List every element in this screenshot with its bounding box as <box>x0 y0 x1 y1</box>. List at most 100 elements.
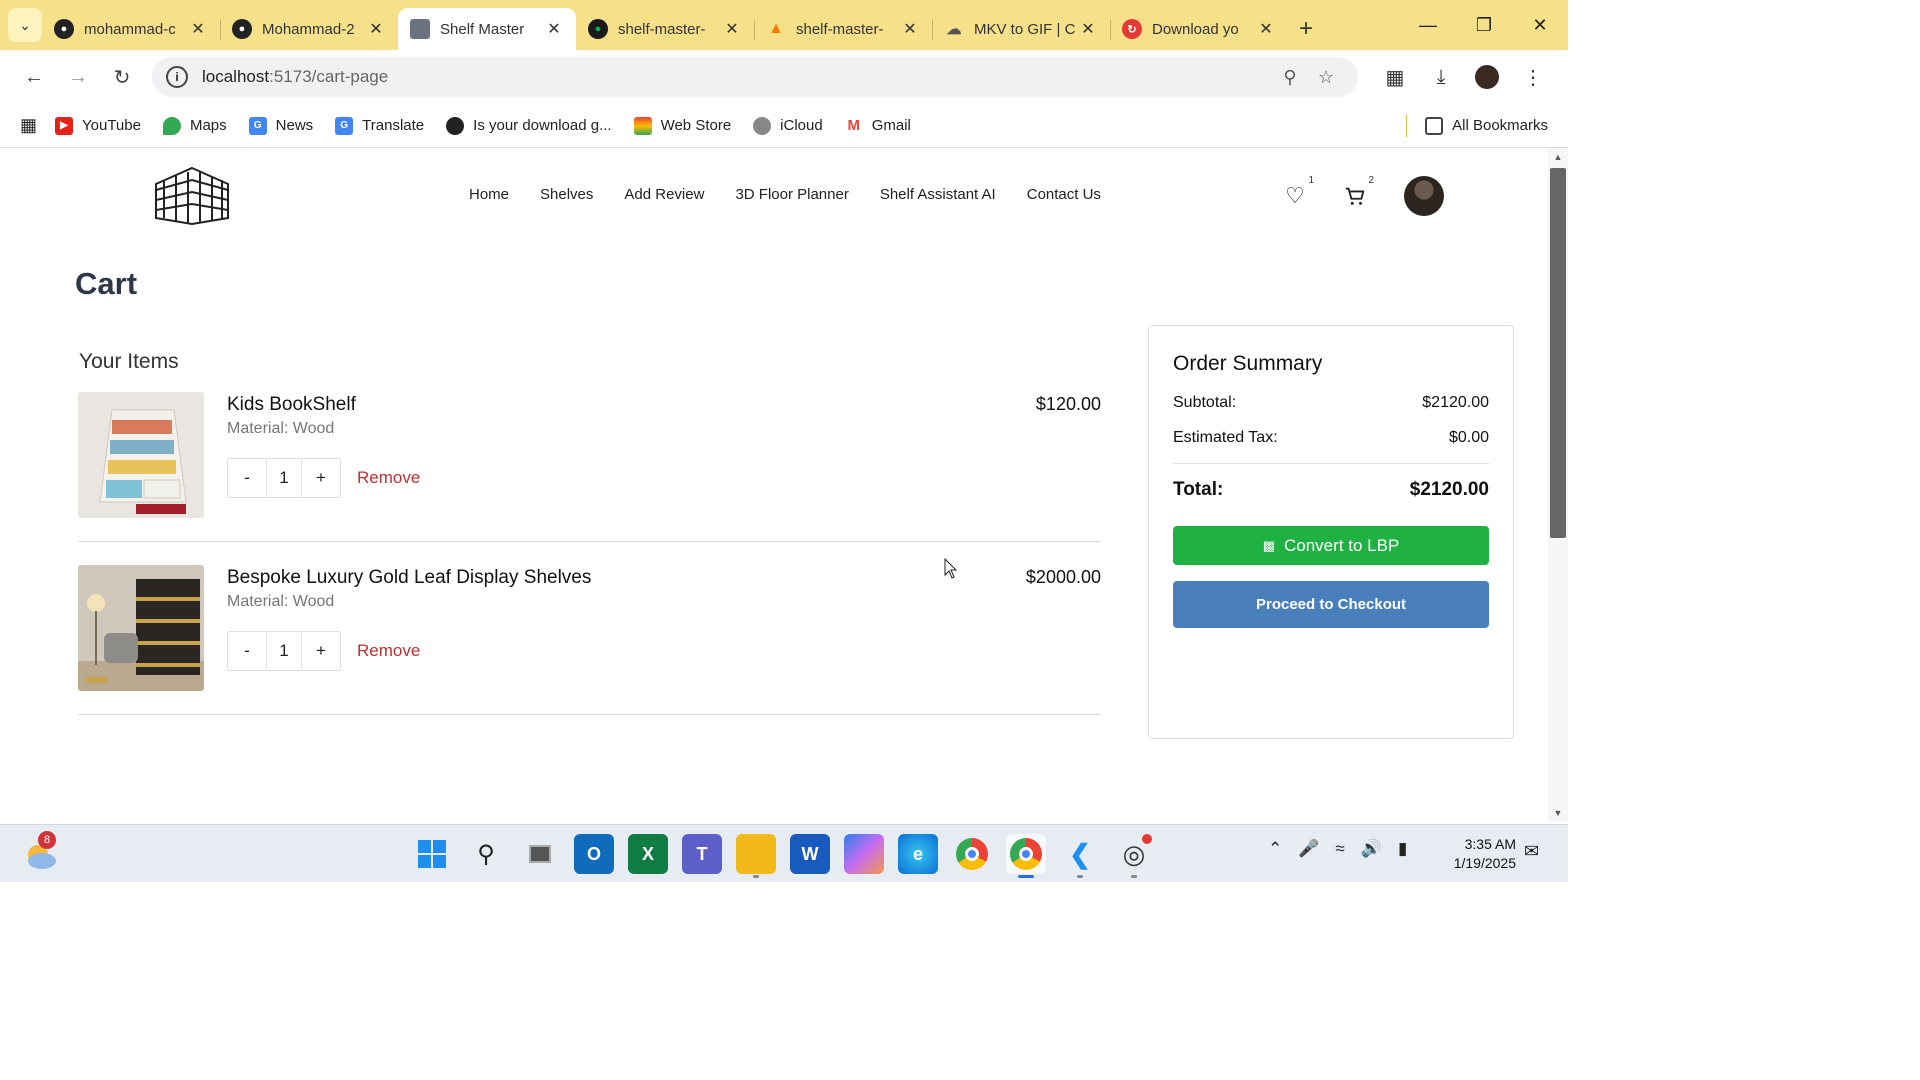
close-icon[interactable]: ✕ <box>188 19 208 39</box>
word-icon[interactable]: W <box>790 834 830 874</box>
close-icon[interactable]: ✕ <box>900 19 920 39</box>
file-explorer-icon[interactable] <box>736 834 776 878</box>
bookmark-translate[interactable]: G Translate <box>335 116 424 135</box>
tab-download[interactable]: ↻ Download yo ✕ <box>1110 8 1288 50</box>
bookmark-gmail[interactable]: M Gmail <box>844 116 911 135</box>
edge-icon[interactable]: e <box>898 834 938 874</box>
extensions-icon[interactable]: ▦ <box>1372 59 1418 95</box>
product-image[interactable] <box>78 392 204 518</box>
shelf-master-logo[interactable] <box>150 166 234 226</box>
restore-icon[interactable]: ❐ <box>1456 0 1512 50</box>
search-icon[interactable]: ⚲ <box>466 834 506 874</box>
minimize-icon[interactable]: — <box>1400 0 1456 50</box>
page-scrollbar[interactable]: ▲ ▼ <box>1548 148 1568 822</box>
folder-icon <box>1425 116 1444 135</box>
tab-label: shelf-master- <box>618 20 706 38</box>
subtotal-value: $2120.00 <box>1422 394 1489 411</box>
cart-button[interactable]: 2 <box>1340 175 1374 211</box>
notification-icon[interactable]: ✉ <box>1524 841 1539 862</box>
bookmark-news[interactable]: G News <box>248 116 313 135</box>
profile-button[interactable] <box>1464 59 1510 95</box>
gmail-icon: M <box>844 116 863 135</box>
nav-shelf-assistant-ai[interactable]: Shelf Assistant AI <box>880 186 996 203</box>
wishlist-button[interactable]: ♡ 1 <box>1280 175 1314 211</box>
nav-add-review[interactable]: Add Review <box>624 186 704 203</box>
apps-grid-icon[interactable]: ▦ <box>20 115 37 136</box>
scroll-down-icon[interactable]: ▼ <box>1548 808 1568 818</box>
download-icon[interactable]: ⤓ <box>1418 59 1464 95</box>
decrease-button[interactable]: - <box>228 632 266 670</box>
forward-button[interactable]: → <box>56 59 100 95</box>
youtube-icon: ▶ <box>55 116 74 135</box>
decrease-button[interactable]: - <box>228 459 266 497</box>
all-bookmarks[interactable]: All Bookmarks <box>1425 116 1548 135</box>
tab-mongodb[interactable]: ● shelf-master- ✕ <box>576 8 754 50</box>
news-icon: G <box>248 116 267 135</box>
vscode-icon[interactable]: ❮ <box>1060 834 1100 878</box>
excel-icon[interactable]: X <box>628 834 668 874</box>
tab-label: Shelf Master <box>440 20 525 38</box>
close-icon[interactable]: ✕ <box>544 19 564 39</box>
chrome-icon[interactable] <box>952 834 992 874</box>
tab-shelf-master[interactable]: Shelf Master ✕ <box>398 8 576 50</box>
microphone-icon[interactable]: 🎤 <box>1298 839 1319 859</box>
tab-label: shelf-master- <box>796 20 884 38</box>
new-tab-button[interactable]: + <box>1288 8 1324 50</box>
bookmark-download-guide[interactable]: Is your download g... <box>446 116 612 135</box>
tab-github-1[interactable]: ● mohammad-c ✕ <box>42 8 220 50</box>
menu-icon[interactable]: ⋮ <box>1510 59 1556 95</box>
task-view-icon[interactable] <box>520 834 560 874</box>
start-button[interactable] <box>412 834 452 874</box>
bookmark-maps[interactable]: Maps <box>162 116 227 135</box>
close-icon[interactable]: ✕ <box>722 19 742 39</box>
chrome-profile-icon[interactable] <box>1006 834 1046 878</box>
convert-to-lbp-button[interactable]: ▩ Convert to LBP <box>1173 526 1489 565</box>
zoom-icon[interactable]: ⚲ <box>1272 67 1308 88</box>
product-name[interactable]: Bespoke Luxury Gold Leaf Display Shelves <box>227 567 591 589</box>
site-info-icon[interactable]: i <box>166 66 188 88</box>
page-icon <box>410 19 430 39</box>
address-bar[interactable]: i localhost:5173/cart-page ⚲ ☆ <box>152 57 1358 97</box>
product-image[interactable] <box>78 565 204 691</box>
bookmark-icloud[interactable]: iCloud <box>753 116 823 135</box>
tab-github-2[interactable]: ● Mohammad-2 ✕ <box>220 8 398 50</box>
nav-home[interactable]: Home <box>469 186 509 203</box>
nav-3d-floor-planner[interactable]: 3D Floor Planner <box>735 186 848 203</box>
bookmark-web-store[interactable]: Web Store <box>633 116 731 135</box>
clock[interactable]: 3:35 AM 1/19/2025 <box>1444 835 1516 873</box>
volume-icon[interactable]: 🔊 <box>1361 839 1382 859</box>
close-window-icon[interactable]: ✕ <box>1512 0 1568 50</box>
tab-search-button[interactable]: ⌄ <box>8 8 42 42</box>
web-store-icon <box>633 116 652 135</box>
bookmark-youtube[interactable]: ▶ YouTube <box>55 116 141 135</box>
scrollbar-thumb[interactable] <box>1550 168 1566 538</box>
product-name[interactable]: Kids BookShelf <box>227 394 356 416</box>
teams-icon[interactable]: T <box>682 834 722 874</box>
scroll-up-icon[interactable]: ▲ <box>1548 152 1568 162</box>
tab-strip: ⌄ ● mohammad-c ✕ ● Mohammad-2 ✕ Shelf Ma… <box>0 0 1568 50</box>
obs-icon[interactable]: ◎ <box>1114 834 1154 878</box>
chevron-up-icon[interactable]: ⌃ <box>1268 839 1282 859</box>
nav-shelves[interactable]: Shelves <box>540 186 593 203</box>
close-icon[interactable]: ✕ <box>366 19 386 39</box>
increase-button[interactable]: + <box>302 632 340 670</box>
close-icon[interactable]: ✕ <box>1078 19 1098 39</box>
bookmark-star-icon[interactable]: ☆ <box>1308 67 1344 88</box>
weather-badge: 8 <box>38 831 56 849</box>
user-avatar[interactable] <box>1404 176 1444 216</box>
outlook-icon[interactable]: O <box>574 834 614 874</box>
nav-contact-us[interactable]: Contact Us <box>1027 186 1101 203</box>
copilot-icon[interactable] <box>844 834 884 874</box>
close-icon[interactable]: ✕ <box>1256 19 1276 39</box>
tab-firebase[interactable]: ▲ shelf-master- ✕ <box>754 8 932 50</box>
wifi-icon[interactable]: ≈ <box>1335 839 1344 859</box>
reload-button[interactable]: ↻ <box>100 59 144 95</box>
remove-button[interactable]: Remove <box>357 468 420 488</box>
back-button[interactable]: ← <box>12 59 56 95</box>
tax-value: $0.00 <box>1448 429 1489 446</box>
battery-icon[interactable]: ▮ <box>1398 839 1407 859</box>
proceed-to-checkout-button[interactable]: Proceed to Checkout <box>1173 581 1489 628</box>
increase-button[interactable]: + <box>302 459 340 497</box>
tab-mkv-to-gif[interactable]: ☁ MKV to GIF | C ✕ <box>932 8 1110 50</box>
remove-button[interactable]: Remove <box>357 641 420 661</box>
